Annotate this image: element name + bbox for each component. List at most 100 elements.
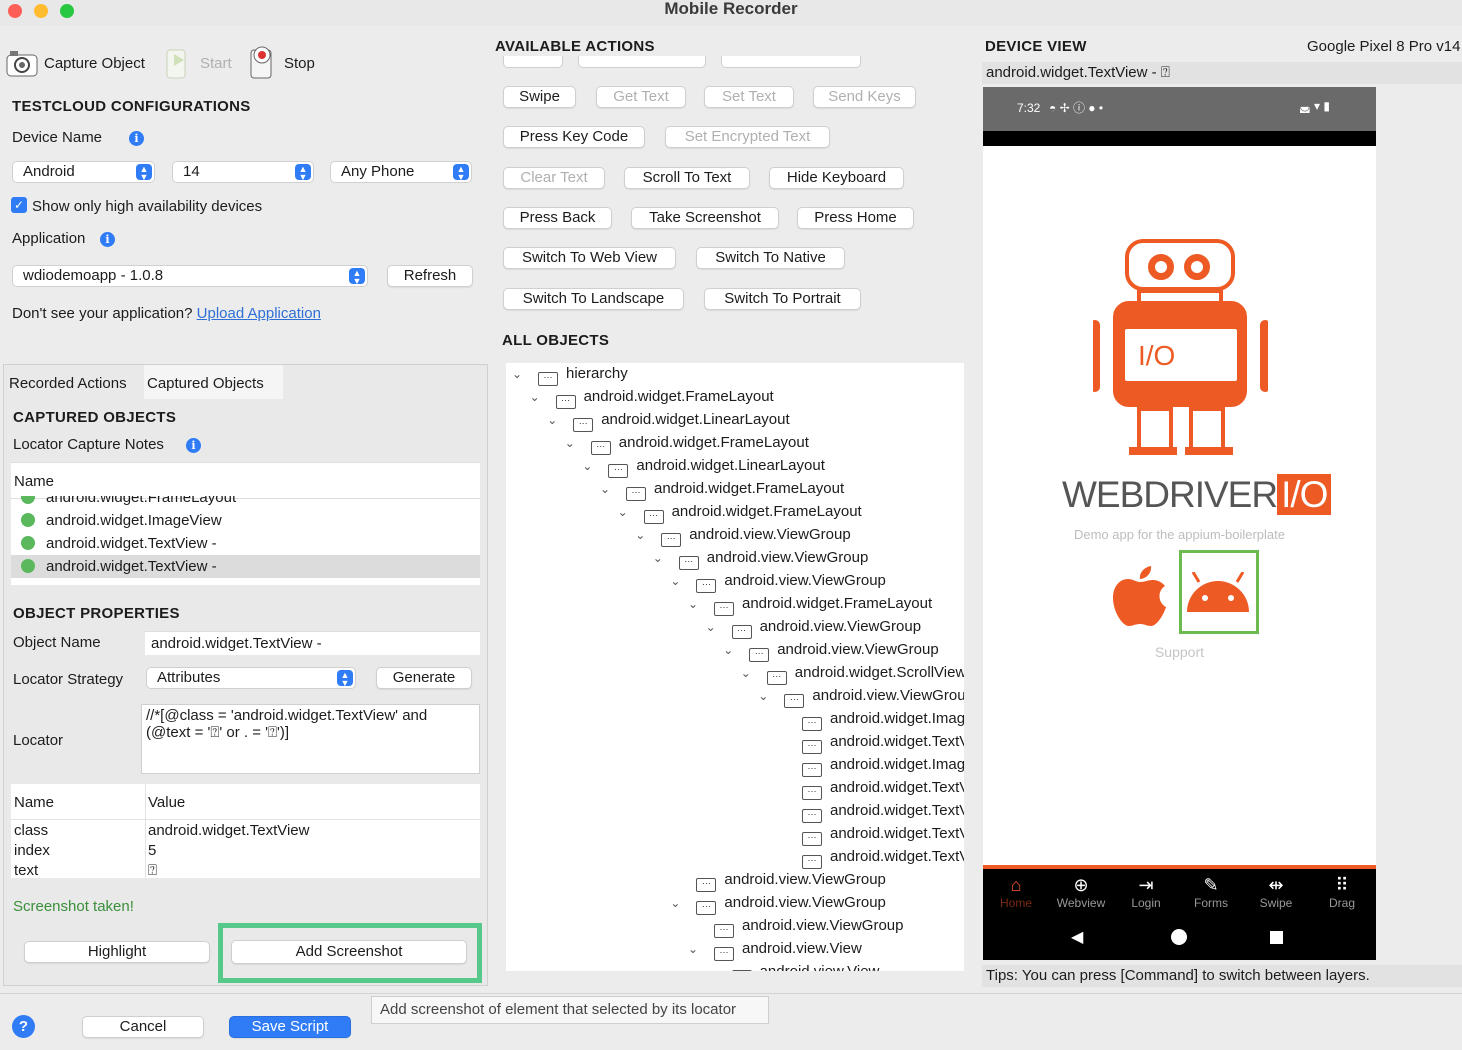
chevron-down-icon[interactable]: ⌄ [758,685,772,707]
home-nav-icon[interactable] [1171,929,1187,945]
generate-button[interactable]: Generate [376,667,472,689]
nav-swipe[interactable]: ⇹ Swipe [1251,875,1301,910]
send-keys-button[interactable]: Send Keys [813,86,916,108]
cancel-button[interactable]: Cancel [82,1016,204,1038]
chevron-down-icon[interactable]: ⌄ [741,662,755,684]
swipe-button[interactable]: Swipe [503,86,576,108]
tree-node[interactable]: ⌄ ··· android.widget.LinearLayout [582,455,825,478]
nav-drag[interactable]: ⠿ Drag [1317,875,1367,910]
tree-node[interactable]: ⌄ ··· android.widget.FrameLayout [618,501,862,524]
apple-icon[interactable] [1111,562,1169,628]
take-screenshot-button[interactable]: Take Screenshot [631,207,779,229]
phone-select[interactable]: Any Phone ▲ ▼ [330,161,472,183]
close-window-button[interactable] [8,4,22,18]
chevron-down-icon[interactable]: ⌄ [688,938,702,960]
chevron-down-icon[interactable]: ⌄ [670,892,684,914]
press-home-button[interactable]: Press Home [797,207,914,229]
tree-node[interactable]: ⌄ ··· android.view.ViewGroup [706,616,921,639]
chevron-down-icon[interactable]: ⌄ [565,432,579,454]
tree-node[interactable]: ⌄ ··· android.view.ViewGroup [758,685,964,708]
tree-node[interactable]: ··· android.widget.TextView [776,800,964,823]
chevron-down-icon[interactable]: ⌄ [530,386,544,408]
set-encrypted-text-button[interactable]: Set Encrypted Text [665,126,830,148]
switch-to-portrait-button[interactable]: Switch To Portrait [704,288,861,310]
tree-node[interactable]: ··· android.widget.TextView [776,777,964,800]
tree-node[interactable]: ··· android.view.ViewGroup [688,915,903,938]
list-item[interactable]: android.widget.FrameLayout [11,496,480,509]
version-select[interactable]: 14 ▲ ▼ [172,161,314,183]
chevron-down-icon[interactable]: ⌄ [635,524,649,546]
tree-node[interactable]: ··· android.widget.TextView [776,846,964,869]
list-item[interactable]: android.widget.TextView - [11,532,480,555]
tree-node[interactable]: ⌄ ··· android.widget.FrameLayout [600,478,844,501]
locator-strategy-select[interactable]: Attributes ▲ ▼ [146,667,356,689]
nav-forms[interactable]: ✎ Forms [1186,875,1236,910]
tab-recorded-actions[interactable]: Recorded Actions [4,365,144,399]
tree-node[interactable]: ⌄ ··· android.view.ViewGroup [670,892,886,915]
tree-node[interactable]: ··· android.widget.ImageView [776,708,964,731]
application-info-icon[interactable]: i [100,232,115,247]
locator-textarea[interactable]: //*[@class = 'android.widget.TextView' a… [141,704,480,774]
chevron-down-icon[interactable]: ⌄ [670,570,684,592]
back-nav-icon[interactable]: ◀ [1071,927,1083,947]
tree-node[interactable]: ⌄ ··· android.widget.FrameLayout [530,386,774,409]
os-select[interactable]: Android ▲ ▼ [12,161,155,183]
tree-node[interactable]: ⌄ ··· android.view.ViewGroup [670,570,886,593]
chevron-down-icon[interactable]: ⌄ [723,639,737,661]
switch-to-web-view-button[interactable]: Switch To Web View [503,247,676,269]
chevron-down-icon[interactable]: ⌄ [618,501,632,523]
nav-login[interactable]: ⇥ Login [1121,875,1171,910]
set-text-button[interactable]: Set Text [704,86,794,108]
tree-node[interactable]: ⌄ ··· android.view.View [688,938,862,961]
zoom-window-button[interactable] [60,4,74,18]
get-text-button[interactable]: Get Text [596,86,686,108]
switch-to-native-button[interactable]: Switch To Native [696,247,845,269]
nav-webview[interactable]: ⊕ Webview [1056,875,1106,910]
chevron-down-icon[interactable]: ⌄ [688,593,702,615]
scroll-to-text-button[interactable]: Scroll To Text [624,167,750,189]
chevron-down-icon[interactable]: ⌄ [600,478,614,500]
minimize-window-button[interactable] [34,4,48,18]
save-script-button[interactable]: Save Script [229,1016,351,1038]
chevron-down-icon[interactable]: ⌄ [706,961,720,971]
chevron-down-icon[interactable]: ⌄ [547,409,561,431]
android-icon[interactable] [1185,572,1251,616]
chevron-down-icon[interactable]: ⌄ [512,363,526,385]
switch-to-landscape-button[interactable]: Switch To Landscape [503,288,684,310]
tree-node[interactable]: ··· android.view.ViewGroup [670,869,886,892]
hide-keyboard-button[interactable]: Hide Keyboard [769,167,904,189]
list-item-selected[interactable]: android.widget.TextView - [11,555,480,578]
upload-application-link[interactable]: Upload Application [197,305,321,322]
locator-notes-info-icon[interactable]: i [186,438,201,453]
application-select[interactable]: wdiodemoapp - 1.0.8 ▲ ▼ [12,265,368,287]
help-icon[interactable]: ? [12,1015,35,1038]
add-screenshot-button[interactable]: Add Screenshot [231,940,467,964]
chevron-down-icon[interactable]: ⌄ [706,616,720,638]
chevron-down-icon[interactable]: ⌄ [653,547,667,569]
device-name-info-icon[interactable]: i [129,131,144,146]
table-row-value[interactable]: ⍰ [148,862,157,879]
press-back-button[interactable]: Press Back [503,207,612,229]
tree-node[interactable]: ··· android.widget.TextView [776,731,964,754]
tree-node[interactable]: ⌄ ··· android.widget.LinearLayout [547,409,790,432]
tree-node[interactable]: ⌄ ··· android.view.ViewGroup [723,639,939,662]
recents-nav-icon[interactable] [1270,931,1283,944]
tree-node[interactable]: ⌄ ··· android.widget.ScrollView [741,662,964,685]
clear-text-button[interactable]: Clear Text [503,167,605,189]
list-item[interactable]: android.widget.ImageView [11,509,480,532]
table-row-value[interactable]: 5 [148,842,156,859]
tree-node[interactable]: ⌄ ··· android.widget.FrameLayout [688,593,932,616]
nav-home[interactable]: ⌂ Home [991,875,1041,910]
tree-node[interactable]: ⌄ ··· android.widget.FrameLayout [565,432,809,455]
tree-node[interactable]: ··· android.widget.TextView [776,823,964,846]
tree-node[interactable]: ··· android.widget.ImageView [776,754,964,777]
object-name-field[interactable]: android.widget.TextView - [145,631,480,655]
tree-node[interactable]: ⌄ ··· android.view.View [706,961,879,971]
chevron-down-icon[interactable]: ⌄ [582,455,596,477]
tree-node[interactable]: ⌄ ··· android.view.ViewGroup [635,524,851,547]
refresh-button[interactable]: Refresh [387,265,473,287]
highlight-button[interactable]: Highlight [24,941,210,963]
tab-captured-objects[interactable]: Captured Objects [144,365,283,399]
high-availability-checkbox[interactable]: ✓ [11,197,27,213]
tree-node[interactable]: ⌄ ··· android.view.ViewGroup [653,547,868,570]
